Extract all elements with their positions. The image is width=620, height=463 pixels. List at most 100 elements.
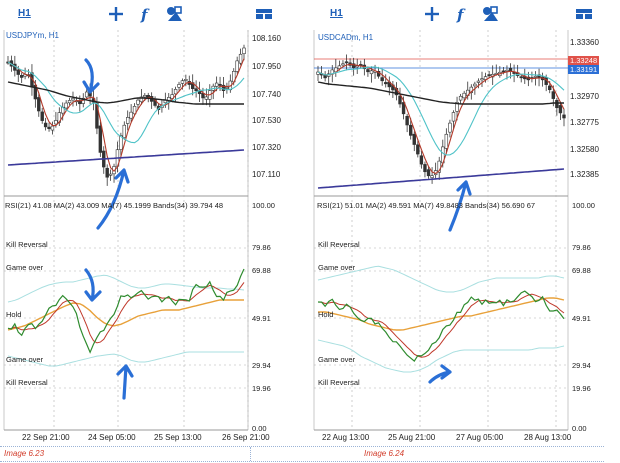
candle-body <box>126 117 130 124</box>
candle-body <box>380 77 384 82</box>
candle-body <box>369 70 374 75</box>
osc-level-label: 19.96 <box>572 384 591 393</box>
price-label: 1.32775 <box>570 118 599 127</box>
osc-level-label: 29.94 <box>572 361 591 370</box>
candle-body <box>412 133 416 145</box>
candle-body <box>71 98 75 101</box>
annotation-arrow <box>116 364 134 400</box>
zone-label-kill-reversal: Kill Reversal <box>6 378 48 387</box>
price-label: 107.320 <box>252 143 281 152</box>
candle-body <box>40 111 44 121</box>
zone-label-kill-reversal: Kill Reversal <box>318 378 360 387</box>
candle-body <box>235 60 239 72</box>
zone-label-hold: Hold <box>318 310 334 319</box>
candle-body <box>480 78 484 81</box>
price-label: 107.950 <box>252 62 281 71</box>
caption-divider <box>250 447 251 461</box>
rsi-signal-line <box>7 282 245 344</box>
candle-body <box>462 92 466 99</box>
candle-body <box>180 80 185 84</box>
candle-body <box>225 87 229 89</box>
candle-body <box>218 83 222 86</box>
price-label: 1.32970 <box>570 92 599 101</box>
zone-label-game-over: Game over <box>318 355 356 364</box>
candle-body <box>476 80 481 83</box>
chart-panel-usdjpy: H1 f USDJPYm, H1 108.160 107.950 107.740… <box>0 0 300 445</box>
figure-caption: Image 6.24 <box>364 449 405 458</box>
candle-body <box>426 169 431 177</box>
candle-body <box>341 63 345 66</box>
price-label: 107.740 <box>252 90 281 99</box>
zone-label-kill-reversal: Kill Reversal <box>318 240 360 249</box>
time-label: 28 Aug 13:00 <box>524 433 572 442</box>
annotation-arrow <box>84 268 102 302</box>
time-label: 27 Aug 05:00 <box>456 433 504 442</box>
candle-body <box>108 173 113 176</box>
candle-body <box>98 125 103 153</box>
time-label: 25 Sep 13:00 <box>154 433 202 442</box>
rsi-line <box>7 268 245 354</box>
ma-fast-line <box>317 63 565 175</box>
candle-body <box>194 88 198 92</box>
candle-body <box>177 84 181 88</box>
candle-body <box>19 75 24 78</box>
rsi-line <box>317 290 565 362</box>
osc-level-label: 79.86 <box>572 243 591 252</box>
zone-label-kill-reversal: Kill Reversal <box>6 240 48 249</box>
candle-body <box>473 83 477 87</box>
candle-body <box>398 95 402 105</box>
band-upper-line <box>7 274 245 303</box>
osc-level-label: 69.88 <box>252 266 271 275</box>
candle-body <box>136 99 140 105</box>
candle-body <box>423 164 427 173</box>
candle-body <box>129 111 133 119</box>
time-label: 22 Aug 13:00 <box>322 433 370 442</box>
ma-mid-line <box>7 61 245 144</box>
candle-body <box>122 124 126 138</box>
ma-slow-line <box>317 81 564 105</box>
caption-bar: Image 6.23 Image 6.24 <box>0 446 604 462</box>
osc-level-label: 19.96 <box>252 384 271 393</box>
candle-body <box>555 99 559 109</box>
candle-body <box>37 97 41 112</box>
zone-label-game-over: Game over <box>6 263 44 272</box>
band-lower-line <box>7 351 244 367</box>
price-label: 107.110 <box>252 170 281 179</box>
candle-body <box>184 79 188 81</box>
candle-body <box>548 85 552 91</box>
candle-body <box>448 122 452 133</box>
candle-body <box>419 155 424 165</box>
price-label: 108.160 <box>252 34 281 43</box>
figure-caption: Image 6.23 <box>4 449 45 458</box>
candle-body <box>201 93 205 99</box>
candle-body <box>242 47 246 55</box>
osc-level-label: 29.94 <box>252 361 271 370</box>
candle-body <box>105 167 109 178</box>
osc-level-label: 100.00 <box>572 201 595 210</box>
price-label: 1.32385 <box>570 170 599 179</box>
candle-body <box>54 120 58 125</box>
rsi-signal-line <box>317 293 565 358</box>
candle-body <box>64 102 68 109</box>
candle-body <box>562 114 566 119</box>
price-label: 1.33360 <box>570 38 599 47</box>
zone-label-game-over: Game over <box>6 355 44 364</box>
annotation-arrow <box>82 58 100 94</box>
candle-body <box>204 96 209 100</box>
time-label: 26 Sep 21:00 <box>222 433 270 442</box>
price-badge-ask: 1.33248 <box>568 56 600 65</box>
ma-mid-line <box>317 66 565 156</box>
candle-body <box>84 91 89 98</box>
price-badge-bid: 1.33191 <box>568 65 600 74</box>
candle-body <box>238 53 243 64</box>
osc-level-label: 49.91 <box>572 314 591 323</box>
annotation-arrow <box>96 168 130 230</box>
candle-body <box>430 175 434 178</box>
candle-body <box>451 112 456 122</box>
candle-body <box>408 124 413 136</box>
price-label: 1.32580 <box>570 145 599 154</box>
candle-body <box>214 82 219 87</box>
candle-body <box>533 75 538 78</box>
time-label: 22 Sep 21:00 <box>22 433 70 442</box>
price-label: 107.530 <box>252 116 281 125</box>
